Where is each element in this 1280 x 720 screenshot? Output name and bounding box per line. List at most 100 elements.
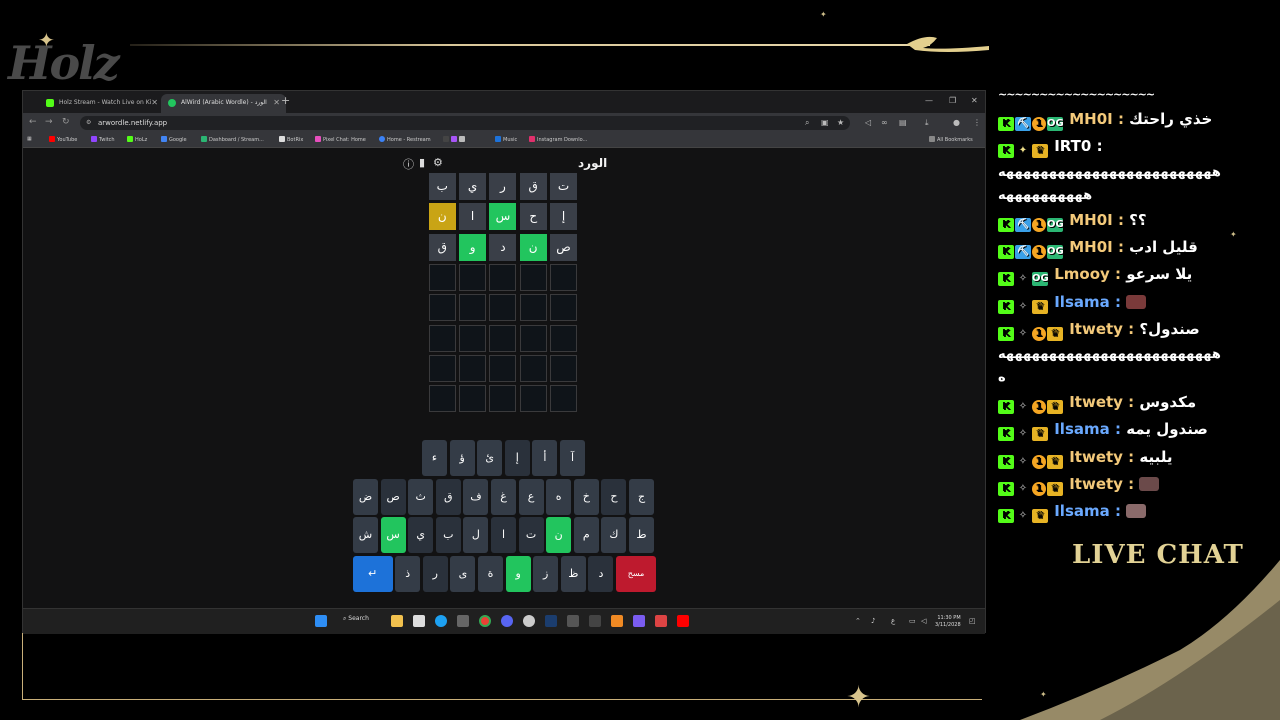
download-icon[interactable]: ⤓ [925, 118, 929, 128]
close-tab-icon[interactable]: ✕ [151, 98, 158, 107]
letter-key[interactable]: ح [601, 479, 627, 515]
puzzle-icon[interactable]: ▤ [899, 118, 907, 127]
close-tab-icon[interactable]: ✕ [273, 98, 280, 107]
letter-key[interactable]: ض [353, 479, 378, 515]
letter-key[interactable]: ك [601, 517, 627, 553]
letter-key[interactable]: ت [518, 517, 544, 553]
letter-key[interactable]: ف [463, 479, 489, 515]
letter-key[interactable]: ق [435, 479, 461, 515]
letter-key[interactable]: ع [518, 479, 544, 515]
letter-key[interactable]: ث [408, 479, 434, 515]
mute-icon[interactable]: ◁ [865, 118, 871, 127]
app-icon[interactable] [655, 615, 667, 627]
chat-username[interactable]: MH0I : [1064, 110, 1129, 128]
letter-key[interactable]: ش [353, 517, 378, 553]
letter-key[interactable]: ة [478, 556, 503, 592]
all-bookmarks[interactable]: All Bookmarks [929, 136, 973, 143]
chat-username[interactable]: Lmooy : [1049, 265, 1126, 283]
screen-icon[interactable]: ▣ [821, 118, 829, 127]
windows-start-icon[interactable] [315, 615, 327, 627]
letter-key[interactable]: آ [560, 440, 585, 476]
letter-key[interactable]: ى [450, 556, 476, 592]
maximize-icon[interactable]: ❐ [949, 96, 956, 105]
taskbar-clock[interactable]: 11:30 PM 3/11/2028 [935, 615, 961, 629]
bookmark-twitch[interactable]: Twitch [91, 136, 115, 143]
menu-icon[interactable]: ⋮ [973, 118, 981, 127]
file-explorer-icon[interactable] [391, 615, 403, 627]
chrome-icon[interactable] [479, 615, 491, 627]
letter-key[interactable]: إ [504, 440, 530, 476]
letter-key[interactable]: ر [422, 556, 448, 592]
bookmark-google[interactable]: Google [161, 136, 187, 143]
letter-key[interactable]: ل [463, 517, 489, 553]
mic-icon[interactable]: ♪ [871, 617, 875, 625]
chat-username[interactable]: Itwety : [1064, 393, 1139, 411]
enter-key[interactable]: ↵ [352, 556, 393, 592]
chat-username[interactable]: Ilsama : [1049, 293, 1126, 311]
bookmark-restream[interactable]: Home - Restream [379, 136, 431, 143]
letter-key[interactable]: ي [408, 517, 434, 553]
letter-key[interactable]: ز [533, 556, 559, 592]
letter-key[interactable]: د [588, 556, 614, 592]
letter-key[interactable]: ظ [560, 556, 586, 592]
help-icon[interactable]: ⓘ [403, 156, 414, 172]
volume-icon[interactable]: ◁ [921, 617, 926, 625]
bookmark-holz[interactable]: HoLz [127, 136, 147, 143]
store-icon[interactable] [413, 615, 425, 627]
bookmark-music[interactable]: Music [495, 136, 517, 143]
close-window-icon[interactable]: ✕ [971, 96, 978, 105]
tab-holz-stream[interactable]: Holz Stream - Watch Live on Ki ✕ [39, 94, 164, 113]
letter-key[interactable]: س [380, 517, 406, 553]
chat-username[interactable]: Itwety : [1064, 475, 1139, 493]
letter-key[interactable]: خ [573, 479, 599, 515]
reload-icon[interactable]: ↻ [62, 117, 70, 127]
bookmark-instagram[interactable]: Instagram Downlo... [529, 136, 587, 143]
chat-username[interactable]: IRT0 : [1049, 137, 1102, 155]
network-icon[interactable]: ▭ [909, 617, 916, 625]
site-info-icon[interactable]: ⚙ [86, 119, 91, 126]
url-input[interactable]: ⚙ arwordle.netlify.app [80, 116, 850, 130]
new-tab-icon[interactable]: + [281, 94, 290, 107]
minimize-icon[interactable]: — [925, 96, 933, 105]
edge-icon[interactable] [435, 615, 447, 627]
obs-icon[interactable] [523, 615, 535, 627]
letter-key[interactable]: غ [491, 479, 516, 515]
taskbar-search[interactable]: ⌕ Search [343, 615, 369, 623]
apps-icon[interactable]: ▦ [27, 136, 32, 142]
letter-key[interactable]: أ [532, 440, 558, 476]
zoom-icon[interactable]: ⌕ [805, 118, 809, 128]
bookmark-star-icon[interactable]: ★ [837, 118, 844, 127]
chat-username[interactable]: MH0I : [1064, 211, 1129, 229]
extension-icon[interactable]: ∞ [881, 118, 888, 127]
app-icon[interactable] [611, 615, 623, 627]
letter-key[interactable]: ص [380, 479, 406, 515]
language-indicator[interactable]: ع [891, 617, 895, 625]
chat-username[interactable]: Ilsama : [1049, 420, 1126, 438]
app-icon[interactable] [589, 615, 601, 627]
letter-key[interactable]: ط [629, 517, 654, 553]
app-icon[interactable] [633, 615, 645, 627]
steam-icon[interactable] [545, 615, 557, 627]
app-icon[interactable] [567, 615, 579, 627]
delete-key[interactable]: مسح [616, 556, 656, 592]
chat-username[interactable]: Itwety : [1064, 320, 1139, 338]
tab-arwordle[interactable]: AlWird (Arabic Wordle) - الورد ✕ [161, 94, 286, 113]
bookmark-botrix[interactable]: BotRix [279, 136, 303, 143]
letter-key[interactable]: ب [435, 517, 461, 553]
chat-username[interactable]: Ilsama : [1049, 502, 1126, 520]
letter-key[interactable]: ئ [477, 440, 503, 476]
back-icon[interactable]: ← [29, 117, 37, 127]
settings-icon[interactable]: ⚙ [433, 156, 443, 169]
forward-icon[interactable]: → [45, 117, 53, 127]
bookmark-pixel-chat[interactable]: Pixel Chat: Home [315, 136, 366, 143]
letter-key[interactable]: ج [629, 479, 654, 515]
app-icon[interactable] [457, 615, 469, 627]
letter-key[interactable]: ا [491, 517, 516, 553]
profile-icon[interactable]: ● [953, 118, 960, 127]
bookmark-youtube[interactable]: YouTube [49, 136, 77, 143]
notification-icon[interactable]: ◰ [969, 617, 976, 625]
bookmark-misc[interactable] [443, 136, 467, 143]
bookmark-dashboard[interactable]: Dashboard / Stream... [201, 136, 264, 143]
letter-key[interactable]: ء [422, 440, 447, 476]
chat-username[interactable]: Itwety : [1064, 448, 1139, 466]
